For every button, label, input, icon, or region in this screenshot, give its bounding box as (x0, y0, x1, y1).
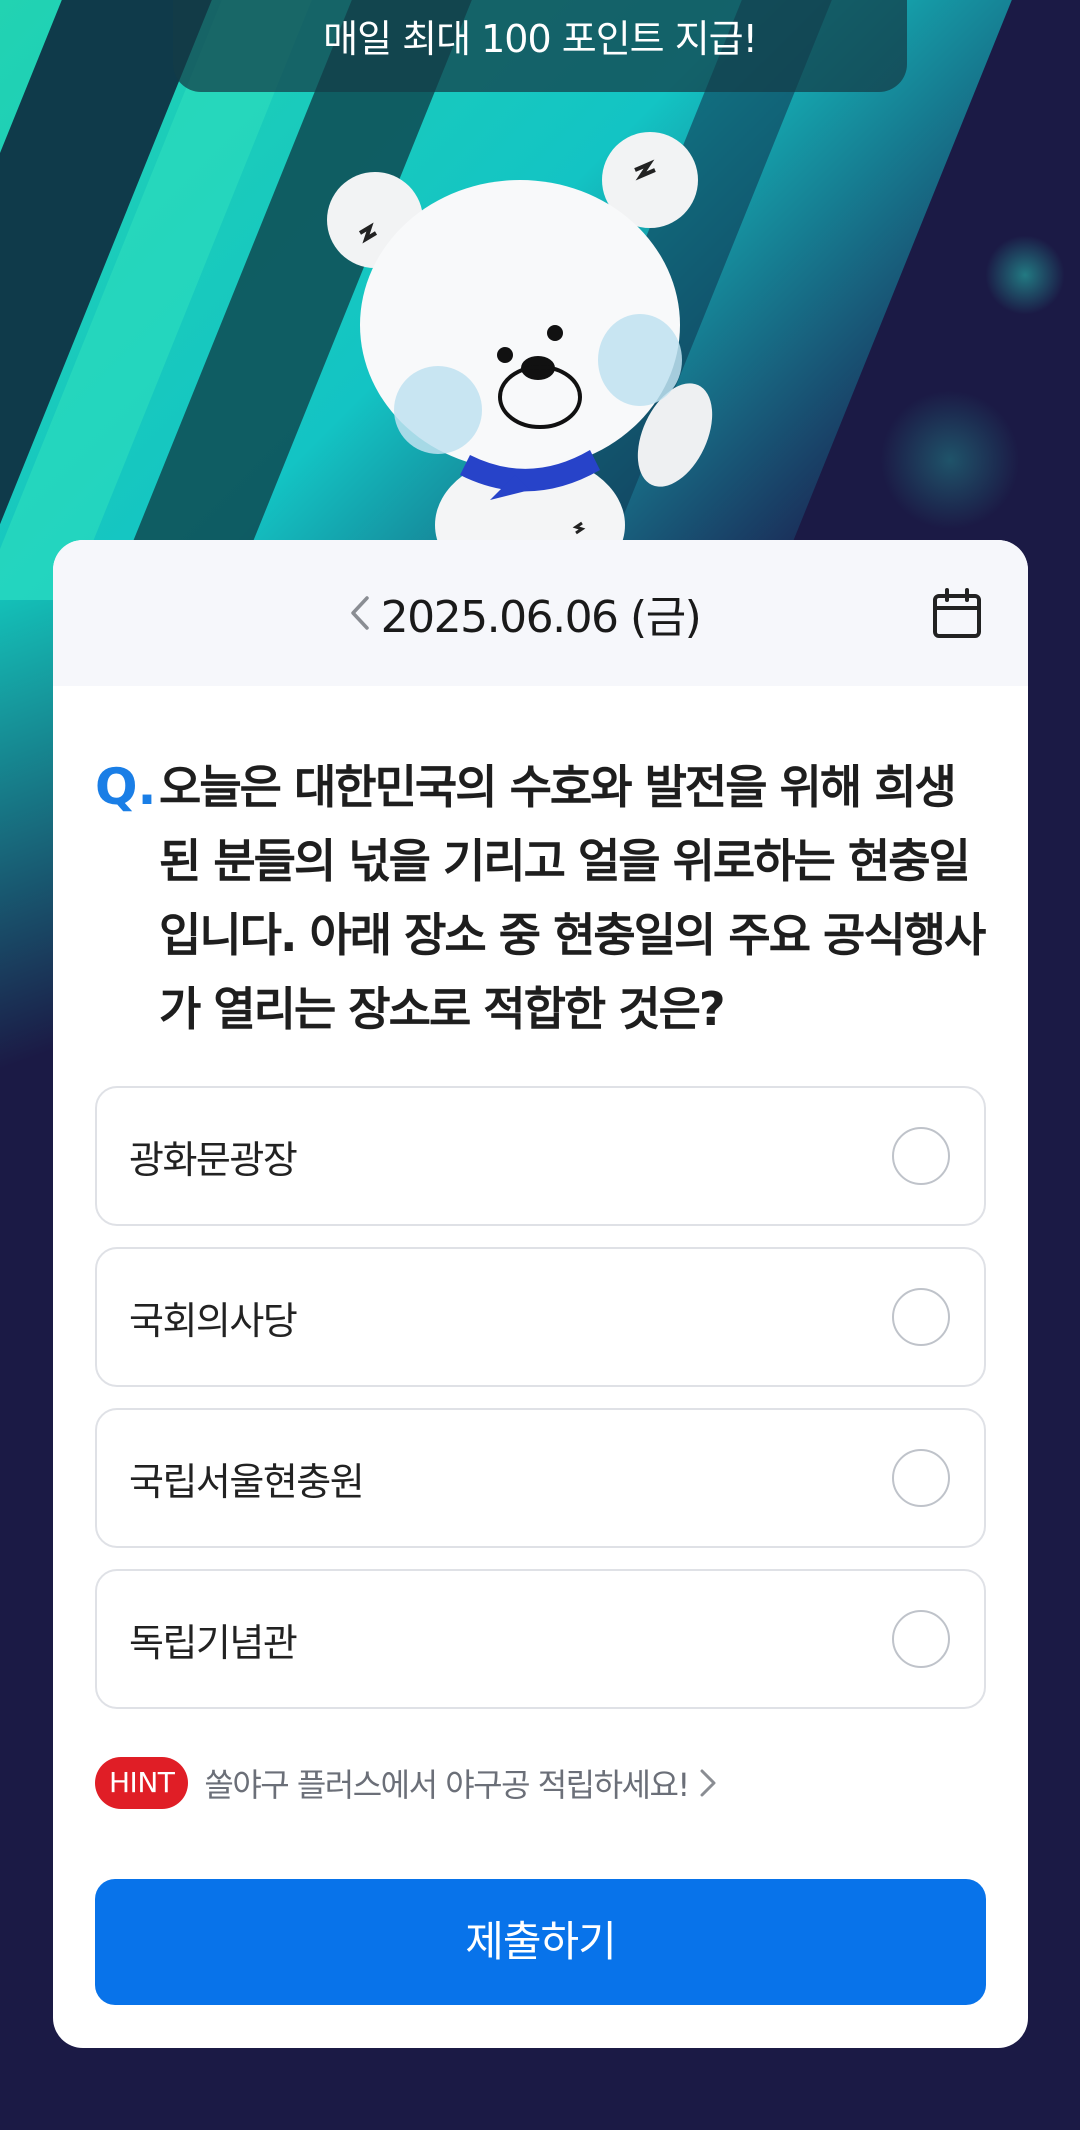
bg-glow (985, 235, 1065, 315)
hint-badge: HINT (95, 1757, 189, 1809)
option-label: 국립서울현충원 (129, 1459, 365, 1504)
question-text: 오늘은 대한민국의 수호와 발전을 위해 희생된 분들의 넋을 기리고 얼을 위… (159, 760, 986, 1036)
calendar-button[interactable] (927, 584, 987, 644)
bg-glow (880, 390, 1020, 530)
answer-option[interactable]: 국회의사당 (95, 1247, 986, 1387)
question-mark: Q. (95, 758, 157, 816)
chevron-left-icon (351, 596, 369, 630)
polar-bear-mascot (327, 132, 713, 545)
radio-button[interactable] (892, 1610, 950, 1668)
radio-button[interactable] (892, 1127, 950, 1185)
points-banner: 매일 최대 100 포인트 지급! (173, 0, 907, 92)
bg-left-band (0, 600, 60, 1100)
chevron-right-icon (699, 1768, 717, 1798)
quiz-date: 2025.06.06 (금) (380, 592, 702, 643)
option-label: 독립기념관 (129, 1620, 298, 1665)
answer-options: 광화문광장 국회의사당 국립서울현충원 독립기념관 (95, 1086, 986, 1730)
submit-button[interactable]: 제출하기 (95, 1879, 986, 2005)
radio-button[interactable] (892, 1288, 950, 1346)
prev-date-button[interactable] (340, 590, 380, 636)
date-navigator: 2025.06.06 (금) (53, 540, 1028, 686)
hint-text: 쏠야구 플러스에서 야구공 적립하세요! (204, 1766, 690, 1804)
quiz-card: 2025.06.06 (금) Q. 오늘은 대한민국의 수호와 발전을 위해 희… (53, 540, 1028, 2048)
calendar-icon (933, 588, 981, 638)
option-label: 광화문광장 (129, 1137, 298, 1182)
answer-option[interactable]: 국립서울현충원 (95, 1408, 986, 1548)
radio-button[interactable] (892, 1449, 950, 1507)
option-label: 국회의사당 (129, 1298, 298, 1343)
hint-link[interactable]: HINT 쏠야구 플러스에서 야구공 적립하세요! (95, 1757, 717, 1809)
answer-option[interactable]: 광화문광장 (95, 1086, 986, 1226)
answer-option[interactable]: 독립기념관 (95, 1569, 986, 1709)
question: Q. 오늘은 대한민국의 수호와 발전을 위해 희생된 분들의 넋을 기리고 얼… (95, 750, 995, 1046)
